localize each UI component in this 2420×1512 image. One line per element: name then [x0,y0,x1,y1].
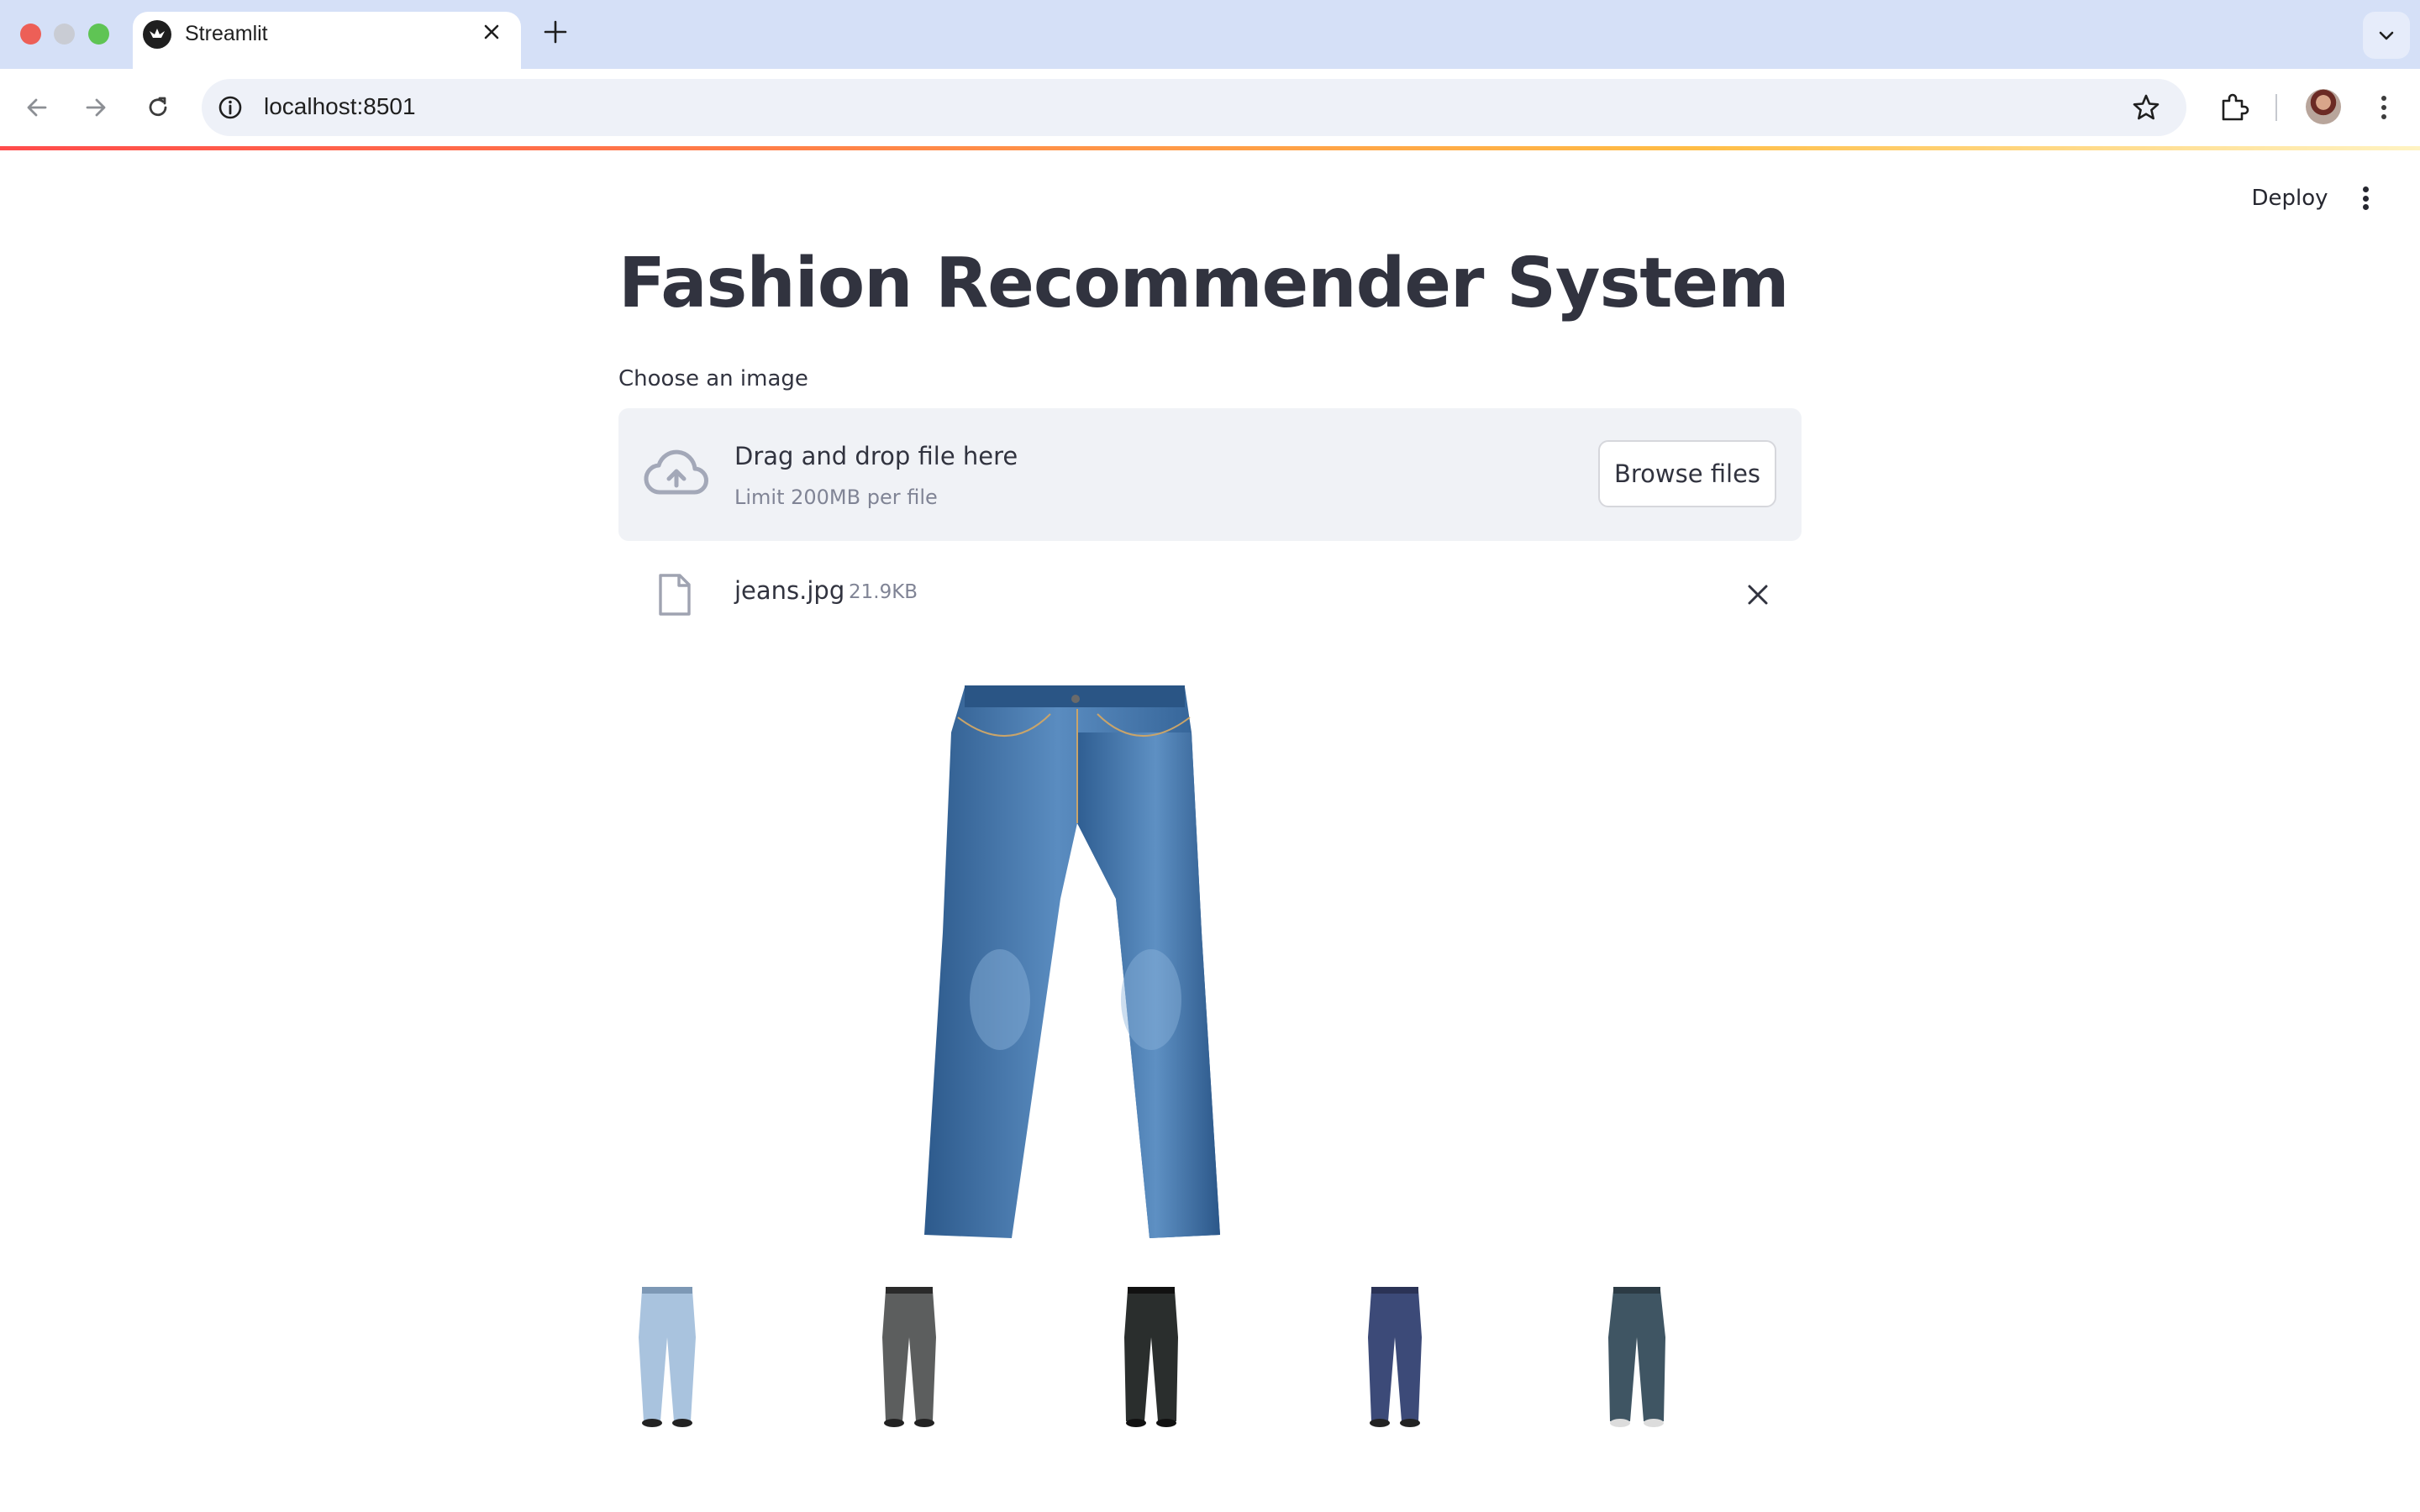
profile-avatar[interactable] [2306,89,2341,124]
uploaded-file-name: jeans.jpg [734,576,845,605]
tab-title: Streamlit [185,22,268,45]
tab-search-button[interactable] [2363,12,2410,59]
reload-icon[interactable] [141,91,175,124]
browser-menu-icon[interactable] [2371,91,2396,124]
streamlit-favicon-icon [143,20,171,49]
dropzone-instructions: Drag and drop file here [734,442,1018,470]
recommendation-1-image [639,1287,696,1427]
close-window-button[interactable] [20,24,41,45]
uploaded-file-row: jeans.jpg 21.9KB [618,564,1802,625]
recommendation-5-image [1608,1287,1665,1427]
extensions-puzzle-icon[interactable] [2217,91,2250,124]
address-bar[interactable]: localhost:8501 [202,79,2186,136]
dropzone-limit: Limit 200MB per file [734,486,938,509]
site-info-icon[interactable] [217,94,244,121]
app-main-menu-icon[interactable] [2353,181,2378,215]
screen: Streamlit localhost:8501 Deploy Fashion … [0,0,2420,1512]
file-icon [659,574,691,616]
cloud-upload-icon [644,449,708,495]
chevron-down-icon [2379,31,2394,40]
forward-icon[interactable] [79,91,113,124]
recommendation-3-image [1124,1287,1178,1427]
close-tab-icon[interactable] [482,21,501,46]
recommendation-2-image [882,1287,936,1427]
minimize-window-button[interactable] [54,24,75,45]
recommendation-4-image [1368,1287,1422,1427]
uploaded-file-size: 21.9KB [849,581,918,603]
streamlit-header-decoration [0,146,2420,150]
maximize-window-button[interactable] [88,24,109,45]
bookmark-star-icon[interactable] [2131,92,2161,123]
file-uploader-label: Choose an image [618,366,808,391]
back-icon[interactable] [20,91,54,124]
jeans-image [924,685,1220,1238]
page-title: Fashion Recommender System [618,244,1790,323]
browse-files-button[interactable]: Browse files [1598,440,1776,507]
url-text[interactable]: localhost:8501 [264,93,416,120]
file-dropzone[interactable]: Drag and drop file here Limit 200MB per … [618,408,1802,541]
remove-file-icon[interactable] [1744,581,1771,608]
new-tab-icon[interactable] [543,15,568,52]
toolbar-separator [2275,94,2277,121]
deploy-button[interactable]: Deploy [2244,181,2336,215]
